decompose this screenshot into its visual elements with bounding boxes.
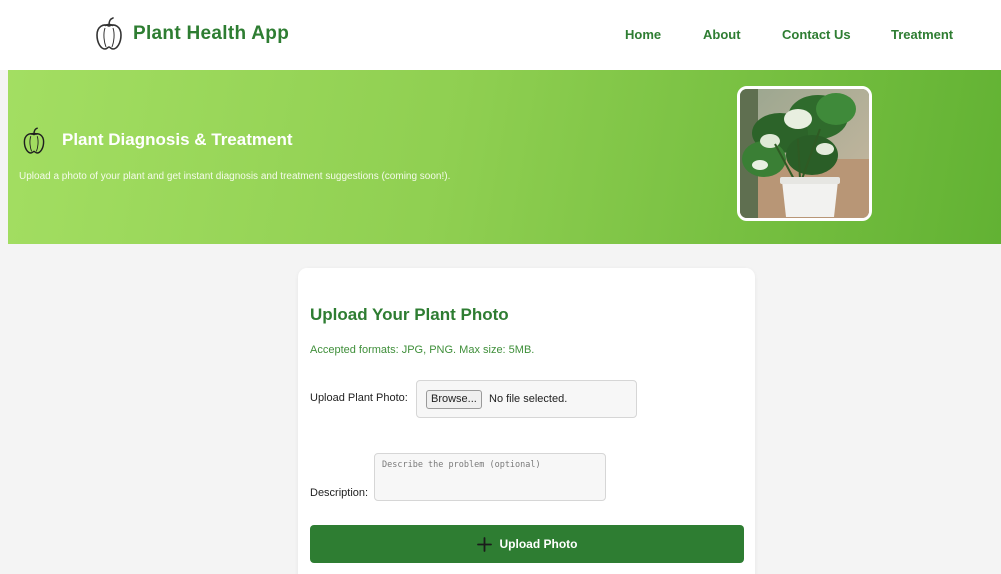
potted-plant-photo [737, 86, 872, 221]
upload-photo-button-label: Upload Photo [499, 537, 578, 551]
accepted-formats-note: Accepted formats: JPG, PNG. Max size: 5M… [310, 344, 535, 356]
nav-link-treatment[interactable]: Treatment [891, 27, 953, 42]
file-status: No file selected. [489, 393, 568, 405]
brand[interactable]: Plant Health App [94, 16, 289, 52]
plus-icon [476, 536, 492, 552]
upload-photo-button[interactable]: Upload Photo [310, 525, 744, 563]
browse-button[interactable]: Browse... [426, 390, 482, 409]
upload-card-title: Upload Your Plant Photo [310, 305, 509, 324]
upload-photo-label: Upload Plant Photo: [310, 392, 408, 404]
description-label: Description: [310, 487, 369, 499]
nav-link-contact-us[interactable]: Contact Us [782, 27, 851, 42]
bell-pepper-icon [96, 17, 122, 50]
plant-image [740, 89, 869, 218]
description-textarea[interactable] [374, 453, 606, 501]
hero-banner: Plant Diagnosis & Treatment Upload a pho… [8, 70, 1001, 244]
app-title: Plant Health App [133, 23, 290, 44]
hero-subtitle: Upload a photo of your plant and get ins… [19, 171, 451, 182]
nav-link-home[interactable]: Home [625, 27, 661, 42]
nav-link-about[interactable]: About [703, 27, 741, 42]
top-navbar: Plant Health App Home About Contact Us T… [0, 0, 1001, 70]
file-input[interactable]: Browse... No file selected. [416, 380, 637, 418]
bell-pepper-icon [23, 127, 45, 154]
hero-title: Plant Diagnosis & Treatment [62, 130, 293, 149]
upload-card: Upload Your Plant Photo Accepted formats… [298, 268, 755, 574]
